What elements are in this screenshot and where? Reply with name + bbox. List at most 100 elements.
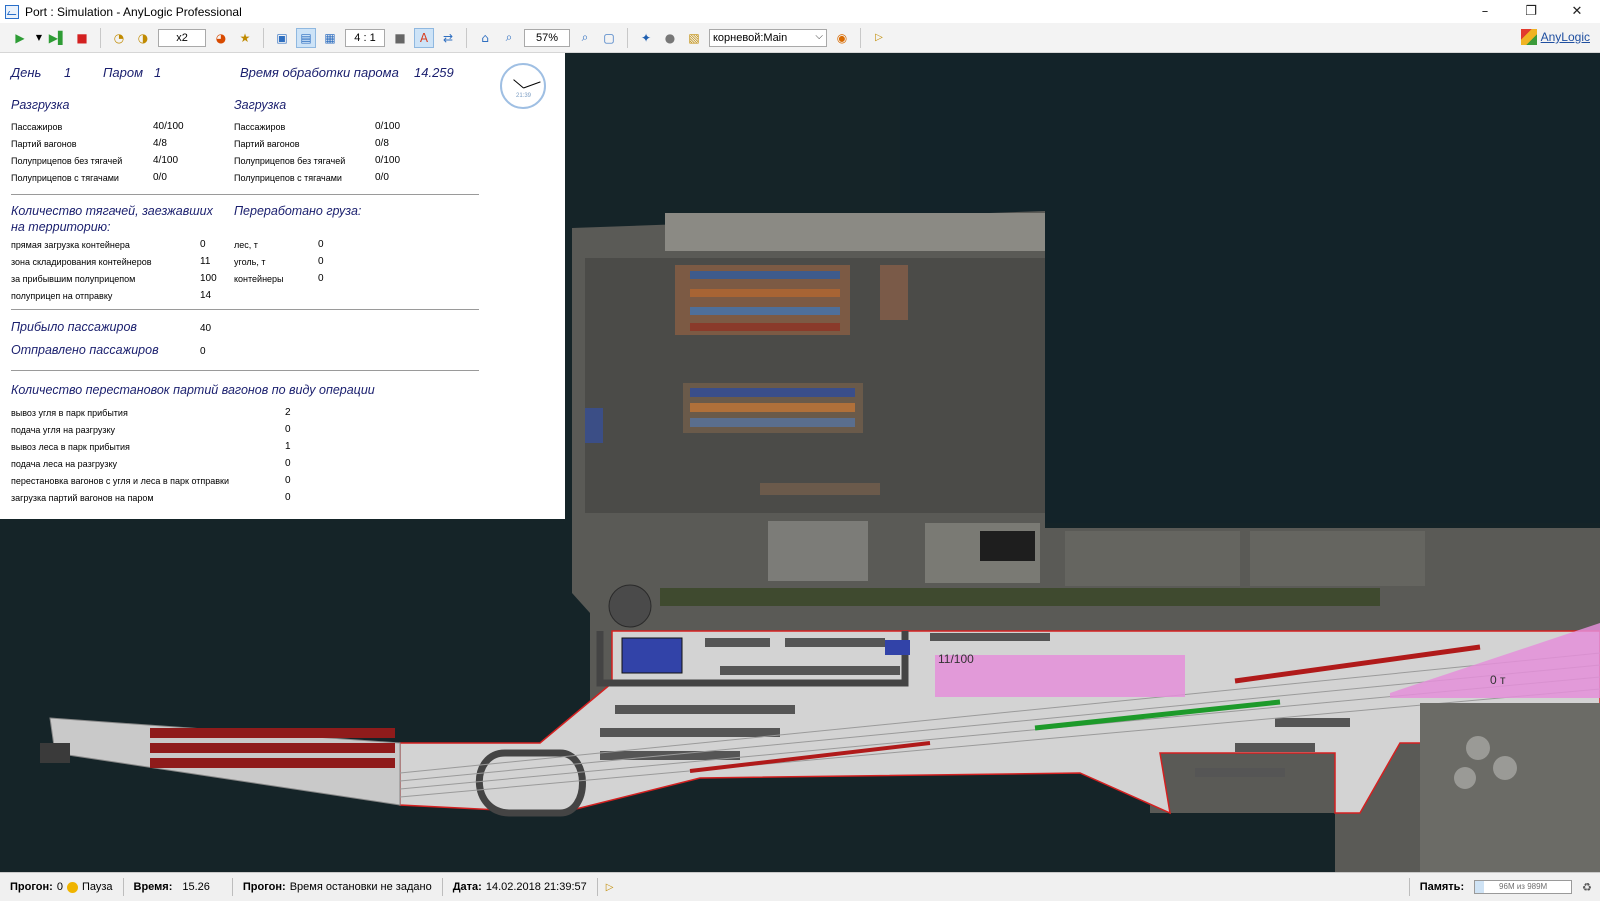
coal-pile	[980, 531, 1035, 561]
ferry-value: 1	[154, 65, 162, 80]
arrived-passengers-value: 40	[200, 323, 212, 334]
tractor-value: 14	[200, 290, 212, 301]
slow-down-icon[interactable]: ◔	[109, 28, 129, 48]
camera-icon[interactable]: ●	[660, 28, 680, 48]
day-label: День	[11, 65, 42, 80]
minimize-icon[interactable]: –	[1462, 0, 1508, 23]
navigate-to-icon[interactable]: ▧	[684, 28, 704, 48]
status-bar: Прогон: 0 Пауза Время: 15.26 Прогон: Вре…	[0, 872, 1600, 901]
connect-icon[interactable]: ⇄	[438, 28, 458, 48]
tractor-value: 0	[200, 239, 206, 250]
processing-value: 14.259	[414, 65, 454, 80]
stop-time-status: Прогон: Время остановки не задано	[243, 881, 432, 893]
loading-title: Загрузка	[234, 98, 287, 112]
memory-value: 96M из 989M	[1499, 882, 1548, 891]
day-value: 1	[64, 65, 72, 80]
ratio-field[interactable]: 4 : 1	[345, 28, 385, 47]
unloading-value: 40/100	[153, 121, 184, 132]
storage-tank	[1466, 736, 1490, 760]
semitrailer-counter: 11/100	[938, 652, 974, 666]
tractor-label: за прибывшим полуприцепом	[11, 274, 136, 284]
permutation-label: вывоз угля в парк прибытия	[11, 408, 128, 418]
close-icon[interactable]: ✕	[1554, 0, 1600, 23]
zoom-in-icon[interactable]: ⌕	[575, 28, 595, 48]
processing-label: Время обработки парома	[240, 65, 399, 80]
tractors-title: Количество тягачей, заезжавших	[11, 204, 213, 218]
view-select[interactable]: корневой:Main ⌵	[709, 28, 827, 47]
permutation-value: 0	[285, 492, 291, 503]
memory-bar-fill	[1475, 881, 1485, 893]
loading-label: Полуприцепов с тягачами	[234, 173, 342, 183]
location-pin-icon[interactable]: ◉	[832, 28, 852, 48]
fit-view-icon[interactable]: ▢	[599, 28, 619, 48]
home-view-icon[interactable]: ⌂	[475, 28, 495, 48]
select-view-icon[interactable]: ▤	[296, 27, 316, 48]
realtime-icon[interactable]: ★	[235, 28, 255, 48]
play-small-icon[interactable]: ▷	[869, 28, 889, 48]
time-value: 15.26	[182, 881, 210, 893]
tractor-value: 100	[200, 273, 217, 284]
speed-down-icon[interactable]: ◑	[133, 28, 153, 48]
unloading-value: 0/0	[153, 172, 167, 183]
status-separator	[231, 878, 233, 896]
speed-up-icon[interactable]: ◕	[211, 28, 231, 48]
toolbar-separator	[627, 27, 628, 48]
restore-icon[interactable]: ❐	[1508, 0, 1554, 23]
chevron-down-icon: ⌵	[815, 30, 823, 42]
time-label: Время:	[133, 881, 173, 893]
cargo-value: 0	[318, 273, 324, 284]
unloading-label: Полуприцепов с тягачами	[11, 173, 119, 183]
permutation-value: 0	[285, 475, 291, 486]
industrial-area	[1420, 703, 1600, 872]
stop-icon[interactable]: ■	[72, 28, 92, 48]
memory-label: Память:	[1419, 881, 1465, 893]
tractor-label: прямая загрузка контейнера	[11, 240, 130, 250]
unloading-label: Партий вагонов	[11, 139, 77, 149]
toolbar-separator	[466, 27, 467, 48]
grid-view-icon[interactable]: ▦	[320, 28, 340, 48]
experiment-icon[interactable]: ✦	[636, 28, 656, 48]
divider	[11, 370, 479, 371]
permutation-value: 0	[285, 458, 291, 469]
tractors-title-line2: на территорию:	[11, 220, 111, 234]
highlight-icon[interactable]: A	[414, 27, 434, 48]
loading-value: 0/8	[375, 138, 389, 149]
tractor-value: 11	[200, 256, 211, 267]
loading-label: Пассажиров	[234, 122, 286, 132]
speed-field[interactable]: x2	[158, 28, 206, 47]
clock-time: 21:39	[516, 93, 532, 99]
permutation-label: перестановка вагонов с угля и леса в пар…	[11, 476, 230, 486]
lot-1	[1065, 531, 1240, 586]
loading-value: 0/0	[375, 172, 389, 183]
toolbar-separator	[263, 27, 264, 48]
unloading-label: Пассажиров	[11, 122, 63, 132]
zoom-out-icon[interactable]: ⌕	[499, 28, 519, 48]
date-label: Дата:	[452, 881, 482, 893]
unloading-title: Разгрузка	[11, 98, 70, 112]
ferry-deck-row	[150, 743, 395, 753]
status-separator	[122, 878, 124, 896]
run-dropdown-icon[interactable]: ▼	[34, 28, 44, 48]
snapshot-icon[interactable]: ■	[390, 28, 410, 48]
run-status: Прогон: 0 Пауза	[10, 881, 113, 893]
ferry-deck-row	[150, 758, 395, 768]
brand-link[interactable]: AnyLogic	[1541, 30, 1590, 44]
window-controls: – ❐ ✕	[1462, 0, 1600, 23]
play-small-icon[interactable]: ▷	[606, 882, 614, 893]
cargo-label: уголь, т	[234, 257, 266, 267]
cargo-label: лес, т	[234, 240, 258, 250]
zoom-field[interactable]: 57%	[524, 28, 570, 47]
step-icon[interactable]: ▶▌	[48, 28, 68, 48]
permutations-title: Количество перестановок партий вагонов п…	[11, 383, 375, 397]
permutation-value: 0	[285, 424, 291, 435]
lot-2	[1250, 531, 1425, 586]
run-value: 0	[56, 881, 63, 893]
cargo-label: контейнеры	[234, 274, 284, 284]
navigate-icon[interactable]: ▣	[272, 28, 292, 48]
run-icon[interactable]: ▶	[10, 28, 30, 48]
unloading-value: 4/8	[153, 138, 167, 149]
trash-icon[interactable]: ♻	[1582, 881, 1592, 894]
ferry-label: Паром	[103, 65, 144, 80]
pause-icon	[66, 881, 78, 893]
run2-label: Прогон:	[242, 881, 286, 893]
